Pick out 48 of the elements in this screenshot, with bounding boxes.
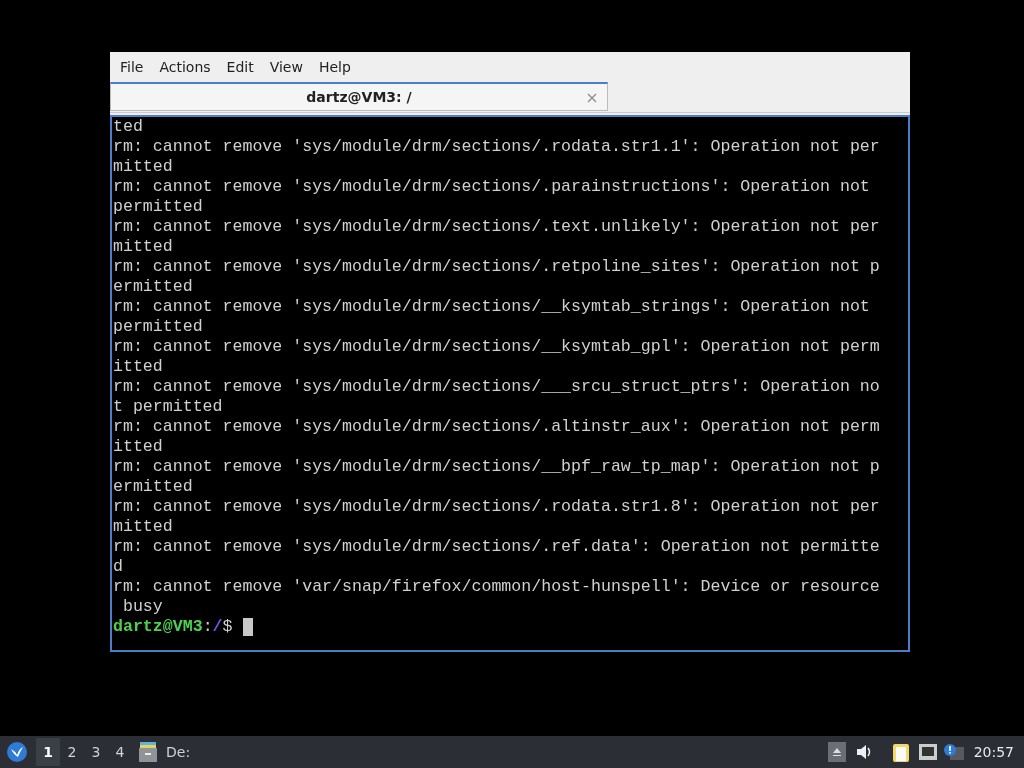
output-line: rm: cannot remove 'sys/module/drm/sections/__ksymtab_strings': Operation not (113, 297, 871, 317)
output-line: rm: cannot remove 'sys/module/drm/sections/.altinstr_aux': Operation not perm (113, 417, 881, 437)
output-line: ermitted (113, 277, 194, 297)
output-line: rm: cannot remove 'sys/module/drm/sections/.parainstructions': Operation not (113, 177, 871, 197)
output-line: mitted (113, 517, 174, 537)
output-line: mitted (113, 237, 174, 257)
file-cabinet-icon[interactable] (138, 741, 158, 763)
prompt-user-host: dartz@VM3 (113, 617, 203, 637)
menu-item[interactable]: Actions (159, 59, 221, 75)
output-line: mitted (113, 157, 174, 177)
prompt-path: / (212, 617, 223, 637)
output-line: rm: cannot remove 'sys/module/drm/sections/__ksymtab_gpl': Operation not perm (113, 337, 881, 357)
workspace-button[interactable]: 2 (60, 738, 84, 766)
tab-title: dartz@VM3: / (306, 89, 412, 105)
clipboard-icon[interactable] (891, 741, 910, 763)
eject-icon[interactable] (827, 742, 846, 762)
output-line: rm: cannot remove 'sys/module/drm/sections/.ref.data': Operation not permitte (113, 537, 881, 557)
output-line: t permitted (113, 397, 224, 417)
output-line: rm: cannot remove 'sys/module/drm/sections/.retpoline_sites': Operation not p (113, 257, 881, 277)
notification-icon[interactable] (943, 743, 964, 761)
output-line: rm: cannot remove 'sys/module/drm/sections/___srcu_struct_ptrs': Operation no (113, 377, 881, 397)
terminal-tab[interactable]: dartz@VM3: / (110, 82, 608, 111)
workspace-button[interactable]: 4 (108, 738, 132, 766)
output-line: ermitted (113, 477, 194, 497)
output-line: permitted (113, 197, 204, 217)
text-cursor (242, 618, 253, 636)
output-line: busy (121, 597, 164, 617)
prompt-symbol: $ (222, 617, 233, 637)
output-line: ted (113, 117, 144, 137)
close-icon[interactable] (587, 93, 597, 103)
output-line: rm: cannot remove 'sys/module/drm/sections/.text.unlikely': Operation not per (113, 217, 881, 237)
output-line: rm: cannot remove 'var/snap/firefox/common/host-hunspell': Device or resource (113, 577, 881, 597)
output-line: itted (113, 357, 164, 377)
output-line: permitted (113, 317, 204, 337)
output-line: rm: cannot remove 'sys/module/drm/sections/__bpf_raw_tp_map': Operation not p (113, 457, 881, 477)
prompt-colon: : (202, 617, 213, 637)
menu-item[interactable]: Help (318, 59, 361, 75)
menu-item[interactable]: View (269, 59, 313, 75)
output-line: itted (113, 437, 164, 457)
output-line: rm: cannot remove 'sys/module/drm/sections/.rodata.str1.8': Operation not per (113, 497, 881, 517)
menu-item[interactable]: Edit (226, 59, 264, 75)
workspace-button[interactable]: 1 (36, 738, 60, 766)
task-button[interactable]: De: (166, 744, 191, 760)
output-line: rm: cannot remove 'sys/module/drm/sections/.rodata.str1.1': Operation not per (113, 137, 881, 157)
workspace-button[interactable]: 3 (84, 738, 108, 766)
output-line: d (113, 557, 124, 577)
clock[interactable]: 20:57 (973, 744, 1014, 760)
menu-item[interactable]: File (120, 59, 154, 75)
